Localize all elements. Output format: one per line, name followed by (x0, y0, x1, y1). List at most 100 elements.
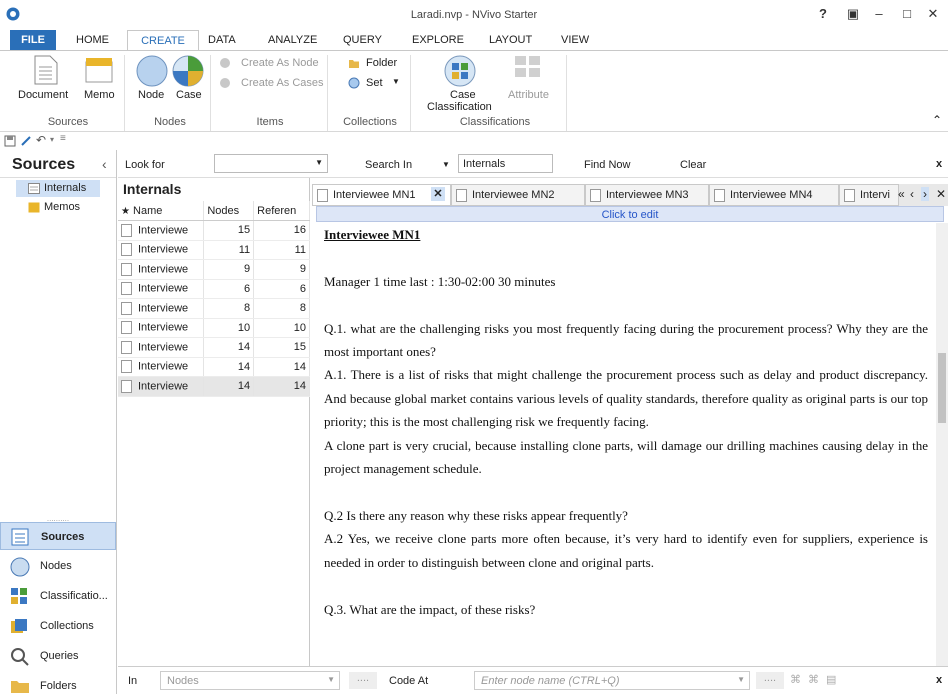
find-now-button[interactable]: Find Now (584, 159, 630, 171)
table-row[interactable]: Interviewe 8 8 (118, 298, 310, 319)
close-coding-bar-button[interactable]: x (936, 674, 942, 686)
classifications-group-label: Classifications (459, 116, 531, 128)
scroll-tabs-first-icon[interactable]: « (898, 187, 905, 201)
memo-button[interactable]: Memo (84, 89, 115, 101)
tab-interviewee-overflow[interactable]: Intervi (839, 184, 899, 206)
column-header-references[interactable]: Referen (253, 201, 310, 221)
attribute-button[interactable]: Attribute (508, 89, 549, 101)
node-icon (136, 55, 168, 87)
nav-section-nodes[interactable]: Nodes (0, 552, 116, 580)
browse-node-button[interactable]: .... (756, 672, 784, 689)
table-row[interactable]: Interviewe 15 16 (118, 220, 310, 241)
create-as-node-button[interactable]: Create As Node (241, 57, 319, 69)
ribbon-display-icon[interactable]: ▣ (840, 3, 866, 25)
save-icon[interactable] (4, 135, 16, 147)
document-icon (121, 301, 132, 315)
search-in-button[interactable]: Search In (365, 159, 412, 171)
collapse-ribbon-icon[interactable]: ⌃ (932, 113, 942, 127)
clear-button[interactable]: Clear (680, 159, 706, 171)
tab-interviewee-mn3[interactable]: Interviewee MN3 (585, 184, 709, 206)
folder-button[interactable]: Folder (366, 57, 397, 69)
tree-item-memos[interactable]: Memos (16, 199, 100, 216)
search-in-field[interactable]: Internals (458, 154, 553, 173)
table-row[interactable]: Interviewe 14 14 (118, 357, 310, 377)
table-row[interactable]: Interviewe 14 14 (118, 376, 310, 397)
case-button[interactable]: Case (176, 89, 202, 101)
undo-dropdown-icon[interactable]: ▾ (50, 135, 54, 144)
close-find-bar-button[interactable]: x (936, 158, 942, 170)
table-row[interactable]: Interviewe 10 10 (118, 318, 310, 338)
code-icon[interactable]: ⌘ (790, 673, 801, 686)
row-references-cell: 9 (253, 259, 310, 280)
tab-home[interactable]: HOME (76, 30, 109, 50)
row-nodes-cell: 15 (203, 220, 255, 241)
tab-interviewee-mn1[interactable]: Interviewee MN1 ✕ (312, 184, 451, 206)
nav-section-classifications[interactable]: Classificatio... (0, 582, 116, 610)
tree-item-internals[interactable]: Internals (16, 180, 100, 197)
in-select[interactable]: Nodes ▼ (160, 671, 340, 690)
nav-section-sources[interactable]: Sources (0, 522, 116, 550)
close-window-icon[interactable]: ✕ (920, 3, 946, 25)
list-view: Internals ★ Name Nodes Referen Interview… (118, 178, 310, 666)
document-button[interactable]: Document (18, 89, 68, 101)
case-classification-button-line1[interactable]: Case (450, 89, 476, 101)
tree-item-label: Internals (44, 182, 87, 194)
column-header-name[interactable]: ★ Name (118, 201, 205, 221)
tab-interviewee-mn4[interactable]: Interviewee MN4 (709, 184, 839, 206)
items-group-label: Items (256, 116, 284, 128)
create-as-cases-button[interactable]: Create As Cases (241, 77, 324, 89)
node-name-input[interactable]: Enter node name (CTRL+Q) ▼ (474, 671, 750, 690)
tab-query[interactable]: QUERY (343, 30, 382, 50)
set-dropdown-icon[interactable]: ▼ (392, 77, 400, 86)
tab-layout[interactable]: LAYOUT (489, 30, 532, 50)
nav-section-queries[interactable]: Queries (0, 642, 116, 670)
scroll-thumb[interactable] (938, 353, 946, 423)
collections-icon (11, 619, 27, 633)
table-row[interactable]: Interviewe 6 6 (118, 279, 310, 299)
table-row[interactable]: Interviewe 9 9 (118, 259, 310, 280)
create-as-cases-icon (220, 78, 230, 88)
tab-file[interactable]: FILE (10, 30, 56, 50)
click-to-edit-bar[interactable]: Click to edit (316, 206, 944, 222)
help-button[interactable]: ? (810, 3, 836, 25)
uncode-icon[interactable]: ⌘ (808, 673, 819, 686)
document-content[interactable]: Interviewee MN1 Manager 1 time last : 1:… (316, 223, 936, 666)
row-name-cell: Interviewe (118, 298, 205, 319)
nav-section-folders[interactable]: Folders (0, 672, 116, 700)
paragraph: A clone part is very crucial, because in… (324, 437, 928, 477)
close-tab-icon[interactable]: ✕ (431, 187, 445, 201)
column-header-nodes[interactable]: Nodes (203, 201, 255, 221)
tab-explore[interactable]: EXPLORE (412, 30, 464, 50)
search-in-dropdown-icon[interactable]: ▼ (442, 160, 450, 169)
table-row[interactable]: Interviewe 14 15 (118, 337, 310, 358)
maximize-icon[interactable]: □ (894, 3, 920, 25)
vertical-scrollbar[interactable] (936, 223, 948, 666)
collections-group-label: Collections (343, 116, 397, 128)
table-row[interactable]: Interviewe 11 11 (118, 240, 310, 260)
highlight-icon[interactable]: ▤ (826, 673, 836, 686)
tab-create[interactable]: CREATE (127, 30, 199, 50)
tab-label: Intervi (860, 189, 890, 201)
tab-interviewee-mn2[interactable]: Interviewee MN2 (451, 184, 585, 206)
node-button[interactable]: Node (138, 89, 164, 101)
nav-section-collections[interactable]: Collections (0, 612, 116, 640)
set-button[interactable]: Set (366, 77, 383, 89)
undo-icon[interactable]: ↶ (36, 133, 46, 147)
case-classification-button-line2[interactable]: Classification (427, 101, 492, 113)
tab-data[interactable]: DATA (208, 30, 236, 50)
customize-qat-icon[interactable]: ≡ (60, 133, 66, 144)
tab-view[interactable]: VIEW (561, 30, 589, 50)
scroll-tabs-right-icon[interactable]: › (921, 187, 929, 201)
look-for-input[interactable]: ▼ (214, 154, 328, 173)
collapse-nav-icon[interactable]: ‹ (102, 156, 107, 172)
minimize-icon[interactable]: – (866, 3, 892, 25)
paragraph: Q.1. what are the challenging risks you … (324, 320, 928, 360)
tab-analyze[interactable]: ANALYZE (268, 30, 317, 50)
document-icon (121, 223, 132, 237)
look-for-label: Look for (125, 159, 165, 171)
edit-icon[interactable] (20, 135, 32, 147)
browse-button[interactable]: .... (349, 672, 377, 689)
scroll-tabs-left-icon[interactable]: ‹ (910, 187, 914, 201)
row-nodes-cell: 10 (203, 318, 255, 338)
close-all-tabs-icon[interactable]: ✕ (936, 187, 946, 201)
